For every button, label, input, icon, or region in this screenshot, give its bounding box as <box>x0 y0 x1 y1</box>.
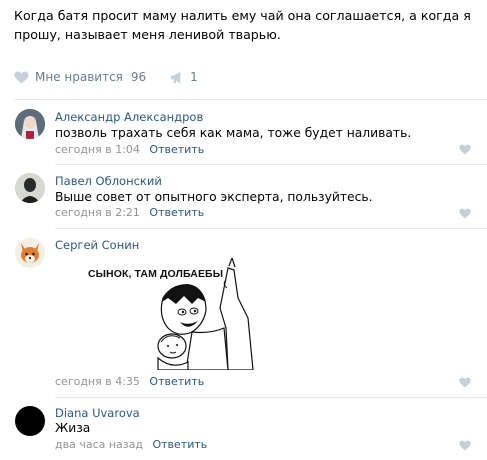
reply-button[interactable]: Ответить <box>149 143 204 156</box>
reply-button[interactable]: Ответить <box>152 438 207 451</box>
post-text: Когда батя просит маму налить ему чай он… <box>14 8 471 42</box>
divider <box>55 164 487 165</box>
heart-icon[interactable] <box>459 377 471 388</box>
heart-icon[interactable] <box>459 208 471 219</box>
like-label: Мне нравится <box>35 70 123 84</box>
meme-drawing <box>157 258 254 370</box>
divider <box>55 228 487 229</box>
comment-text: позволь трахать себя как мама, тоже буде… <box>55 126 412 140</box>
meme-image[interactable]: СЫНОК, ТАМ ДОЛБАЕБЫ <box>88 258 258 370</box>
person-photo-avatar[interactable] <box>15 173 45 203</box>
anime-character-avatar[interactable] <box>15 109 45 139</box>
post-actions: Мне нравится 96 1 <box>14 68 198 86</box>
comment-text: Выше совет от опытного эксперта, пользуй… <box>55 190 373 204</box>
like-button[interactable]: Мне нравится 96 <box>14 70 146 84</box>
share-count: 1 <box>190 70 198 84</box>
megaphone-icon <box>171 71 181 83</box>
fox-avatar[interactable] <box>15 238 45 268</box>
comment-time[interactable]: сегодня в 1:04 <box>55 143 140 156</box>
reply-button[interactable]: Ответить <box>149 375 204 388</box>
comment-time[interactable]: сегодня в 2:21 <box>55 206 140 219</box>
divider <box>55 397 487 398</box>
share-button[interactable]: 1 <box>170 70 198 84</box>
comment-author[interactable]: Павел Облонский <box>55 174 162 188</box>
comment-meta: сегодня в 4:35 Ответить <box>55 375 204 388</box>
heart-icon[interactable] <box>459 144 471 155</box>
comment-meta: сегодня в 2:21 Ответить <box>55 206 204 219</box>
comment-author[interactable]: Diana Uvarova <box>55 406 140 420</box>
divider <box>14 99 487 100</box>
comment-time[interactable]: сегодня в 4:35 <box>55 375 140 388</box>
comment-text: Жиза <box>55 421 91 435</box>
reply-button[interactable]: Ответить <box>149 206 204 219</box>
comment-author[interactable]: Сергей Сонин <box>55 238 139 252</box>
heart-icon <box>14 70 29 84</box>
heart-icon[interactable] <box>459 440 471 451</box>
comment-meta: два часа назад Ответить <box>55 438 207 451</box>
comment-author[interactable]: Александр Александров <box>55 110 203 124</box>
like-count: 96 <box>130 70 147 84</box>
comment-time[interactable]: два часа назад <box>55 438 143 451</box>
black-avatar[interactable] <box>15 406 45 436</box>
comment-meta: сегодня в 1:04 Ответить <box>55 143 204 156</box>
